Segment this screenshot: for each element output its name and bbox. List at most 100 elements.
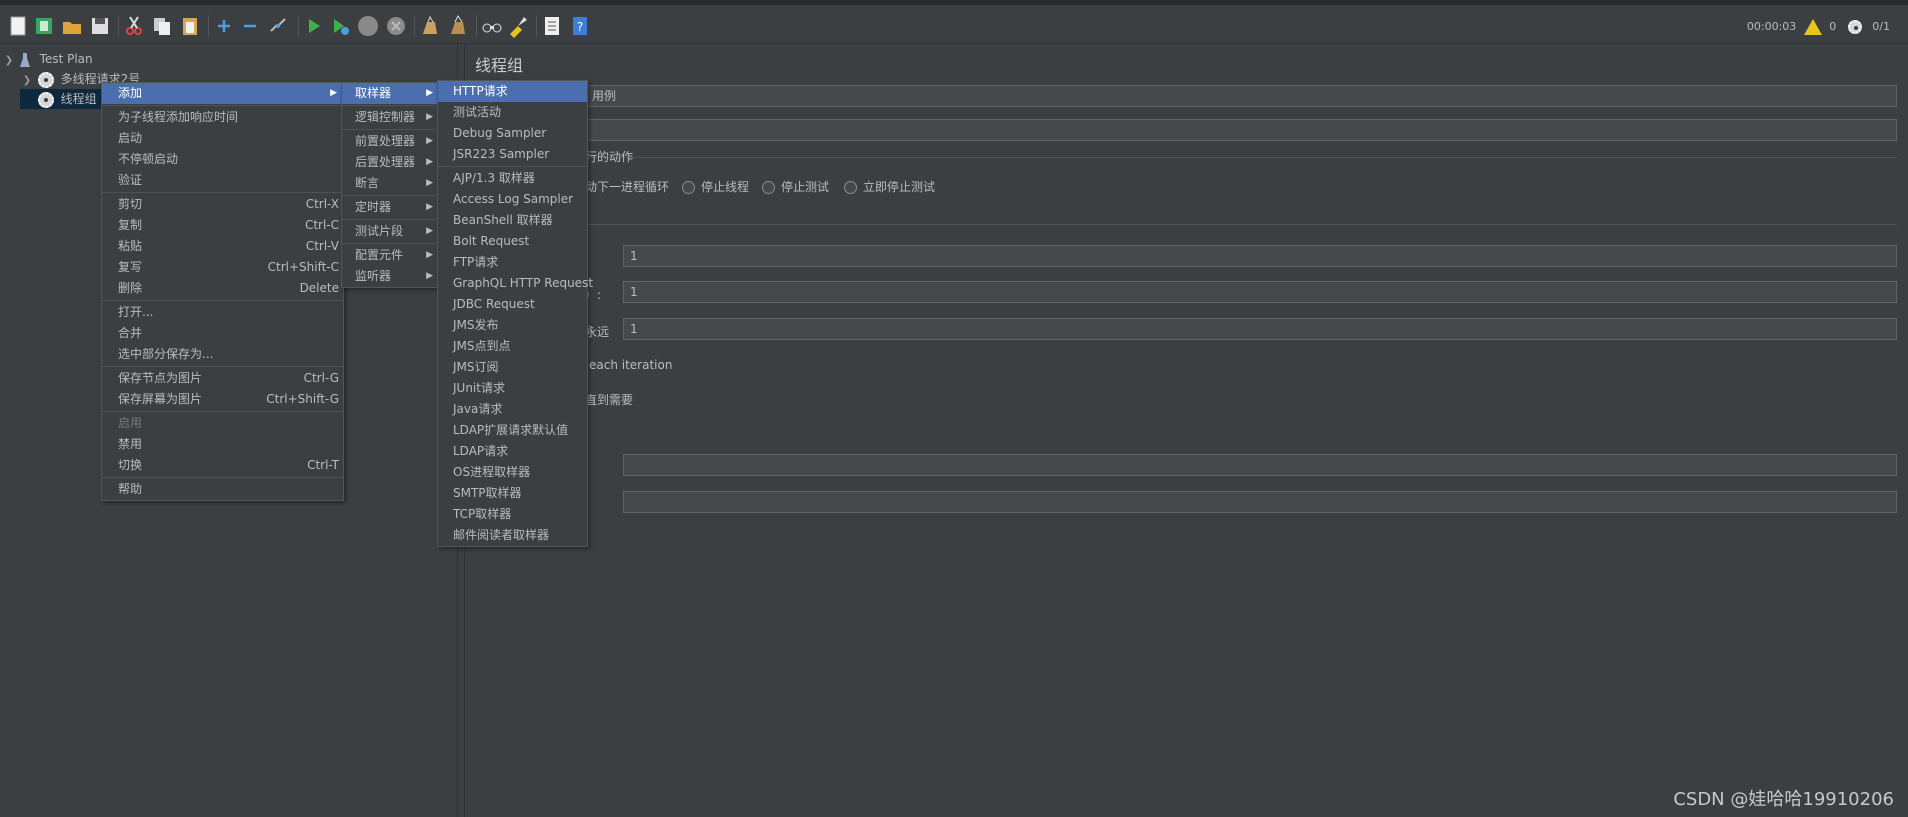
menu-item-tcp-sampler[interactable]: TCP取样器 xyxy=(438,504,587,525)
menu-item-add-response-time[interactable]: 为子线程添加响应时间 xyxy=(102,107,343,128)
menu-item-toggle[interactable]: 切换 Ctrl-T xyxy=(102,455,343,476)
menu-item-validate[interactable]: 验证 xyxy=(102,170,343,191)
cut-icon[interactable] xyxy=(122,14,146,38)
tree-item-thread-group[interactable]: 线程组 xyxy=(20,89,102,109)
search-icon[interactable] xyxy=(480,14,504,38)
clear-all-icon[interactable] xyxy=(446,14,470,38)
menu-item-ldap-request[interactable]: LDAP请求 xyxy=(438,441,587,462)
menu-item-bolt-request[interactable]: Bolt Request xyxy=(438,231,587,252)
paste-icon[interactable] xyxy=(178,14,202,38)
shutdown-icon[interactable] xyxy=(384,14,408,38)
menu-item-smtp-sampler[interactable]: SMTP取样器 xyxy=(438,483,587,504)
new-icon[interactable] xyxy=(6,14,30,38)
radio-stop-test[interactable]: 停止测试 xyxy=(762,178,829,195)
loop-forever-label[interactable]: 永远 xyxy=(585,323,609,340)
warning-count: 0 xyxy=(1829,20,1837,33)
toggle-icon[interactable] xyxy=(266,14,290,38)
tree-item-label: Test Plan xyxy=(39,52,93,66)
save-icon[interactable] xyxy=(88,14,112,38)
menu-item-paste[interactable]: 粘贴 Ctrl-V xyxy=(102,236,343,257)
menu-item-sampler[interactable]: 取样器 ▶ xyxy=(342,83,439,104)
menu-item-start[interactable]: 启动 xyxy=(102,128,343,149)
menu-item-java-request[interactable]: Java请求 xyxy=(438,399,587,420)
menu-item-assertion[interactable]: 断言 ▶ xyxy=(342,173,439,194)
menu-item-save-node-image[interactable]: 保存节点为图片 Ctrl-G xyxy=(102,368,343,389)
menu-item-add[interactable]: 添加 ▶ xyxy=(102,83,343,104)
stop-icon[interactable] xyxy=(356,14,380,38)
menu-item-config-element[interactable]: 配置元件 ▶ xyxy=(342,245,439,266)
tree-item-label: 线程组 xyxy=(60,92,97,106)
thread-ratio: 0/1 xyxy=(1872,20,1890,33)
menu-item-jdbc-request[interactable]: JDBC Request xyxy=(438,294,587,315)
menu-item-graphql-request[interactable]: GraphQL HTTP Request xyxy=(438,273,593,294)
name-field[interactable]: 用例 xyxy=(585,85,1897,107)
sampler-submenu: HTTP请求 测试活动 Debug Sampler JSR223 Sampler… xyxy=(437,80,593,547)
rampup-field[interactable]: 1 xyxy=(623,281,1897,303)
menu-item-start-no-pause[interactable]: 不停顿启动 xyxy=(102,149,343,170)
menu-item-debug-sampler[interactable]: Debug Sampler xyxy=(438,123,587,144)
menu-item-junit-request[interactable]: JUnit请求 xyxy=(438,378,587,399)
menu-item-jsr223-sampler[interactable]: JSR223 Sampler xyxy=(438,144,587,165)
menu-item-jms-point-to-point[interactable]: JMS点到点 xyxy=(438,336,587,357)
menu-item-overwrite[interactable]: 复写 Ctrl+Shift-C xyxy=(102,257,343,278)
menu-item-save-selection[interactable]: 选中部分保存为... xyxy=(102,344,343,365)
start-no-pause-icon[interactable] xyxy=(328,14,352,38)
radio-next-loop[interactable]: 动下一进程循环 xyxy=(585,178,669,195)
menu-item-listener[interactable]: 监听器 ▶ xyxy=(342,266,439,287)
menu-item-pre-processor[interactable]: 前置处理器 ▶ xyxy=(342,131,439,152)
startup-delay-field[interactable] xyxy=(623,491,1897,513)
templates-icon[interactable] xyxy=(32,14,56,38)
radio-stop-thread[interactable]: 停止线程 xyxy=(682,178,749,195)
duration-field[interactable] xyxy=(623,454,1897,476)
warning-icon[interactable] xyxy=(1803,19,1822,35)
watermark: CSDN @娃哈哈19910206 xyxy=(1673,789,1894,810)
chevron-down-icon[interactable]: ❯ xyxy=(2,51,16,71)
function-helper-icon[interactable] xyxy=(540,14,564,38)
help-icon[interactable]: ? xyxy=(568,14,592,38)
menu-item-http-request[interactable]: HTTP请求 xyxy=(438,81,587,102)
menu-item-cut[interactable]: 剪切 Ctrl-X xyxy=(102,194,343,215)
thread-count-field[interactable]: 1 xyxy=(623,245,1897,267)
menu-item-jms-publisher[interactable]: JMS发布 xyxy=(438,315,587,336)
delay-thread-label[interactable]: 直到需要 xyxy=(585,391,633,408)
toolbar: ? 00:00:03 0 0/1 xyxy=(0,0,1908,44)
menu-item-os-process-sampler[interactable]: OS进程取样器 xyxy=(438,462,587,483)
menu-item-jms-subscriber[interactable]: JMS订阅 xyxy=(438,357,587,378)
menu-item-access-log-sampler[interactable]: Access Log Sampler xyxy=(438,189,587,210)
radio-icon xyxy=(844,181,857,194)
reset-search-icon[interactable] xyxy=(506,14,530,38)
clear-icon[interactable] xyxy=(418,14,442,38)
collapse-icon[interactable] xyxy=(238,14,262,38)
menu-item-copy[interactable]: 复制 Ctrl-C xyxy=(102,215,343,236)
open-icon[interactable] xyxy=(60,14,84,38)
menu-item-open[interactable]: 打开... xyxy=(102,302,343,323)
tree-item-test-plan[interactable]: ❯ Test Plan xyxy=(2,49,93,69)
start-icon[interactable] xyxy=(302,14,326,38)
menu-item-post-processor[interactable]: 后置处理器 ▶ xyxy=(342,152,439,173)
thread-group-panel: 线程组 用例 行的动作 动下一进程循环 停止线程 停止测试 立即停止测试 1 ）… xyxy=(465,44,1908,817)
menu-item-test-fragment[interactable]: 测试片段 ▶ xyxy=(342,221,439,242)
chevron-right-icon[interactable]: ❯ xyxy=(20,71,34,91)
elapsed-timer: 00:00:03 xyxy=(1746,20,1797,33)
comments-field[interactable] xyxy=(585,119,1897,141)
menu-item-test-action[interactable]: 测试活动 xyxy=(438,102,587,123)
expand-icon[interactable] xyxy=(212,14,236,38)
menu-item-save-screen-image[interactable]: 保存屏幕为图片 Ctrl+Shift-G xyxy=(102,389,343,410)
gear-icon xyxy=(37,71,54,88)
menu-item-beanshell-sampler[interactable]: BeanShell 取样器 xyxy=(438,210,587,231)
menu-item-mail-reader-sampler[interactable]: 邮件阅读者取样器 xyxy=(438,525,587,546)
menu-item-timer[interactable]: 定时器 ▶ xyxy=(342,197,439,218)
loop-count-field[interactable]: 1 xyxy=(623,318,1897,340)
radio-stop-test-now[interactable]: 立即停止测试 xyxy=(844,178,935,195)
same-user-label[interactable]: each iteration xyxy=(589,358,672,372)
menu-item-help[interactable]: 帮助 xyxy=(102,479,343,500)
copy-icon[interactable] xyxy=(150,14,174,38)
menu-item-merge[interactable]: 合并 xyxy=(102,323,343,344)
menu-item-delete[interactable]: 删除 Delete xyxy=(102,278,343,299)
menu-item-ftp-request[interactable]: FTP请求 xyxy=(438,252,587,273)
menu-item-logic-controller[interactable]: 逻辑控制器 ▶ xyxy=(342,107,439,128)
menu-item-ldap-extended-request[interactable]: LDAP扩展请求默认值 xyxy=(438,420,587,441)
menu-item-ajp-sampler[interactable]: AJP/1.3 取样器 xyxy=(438,168,587,189)
menu-item-disable[interactable]: 禁用 xyxy=(102,434,343,455)
status-area: 00:00:03 0 0/1 xyxy=(1743,19,1890,35)
